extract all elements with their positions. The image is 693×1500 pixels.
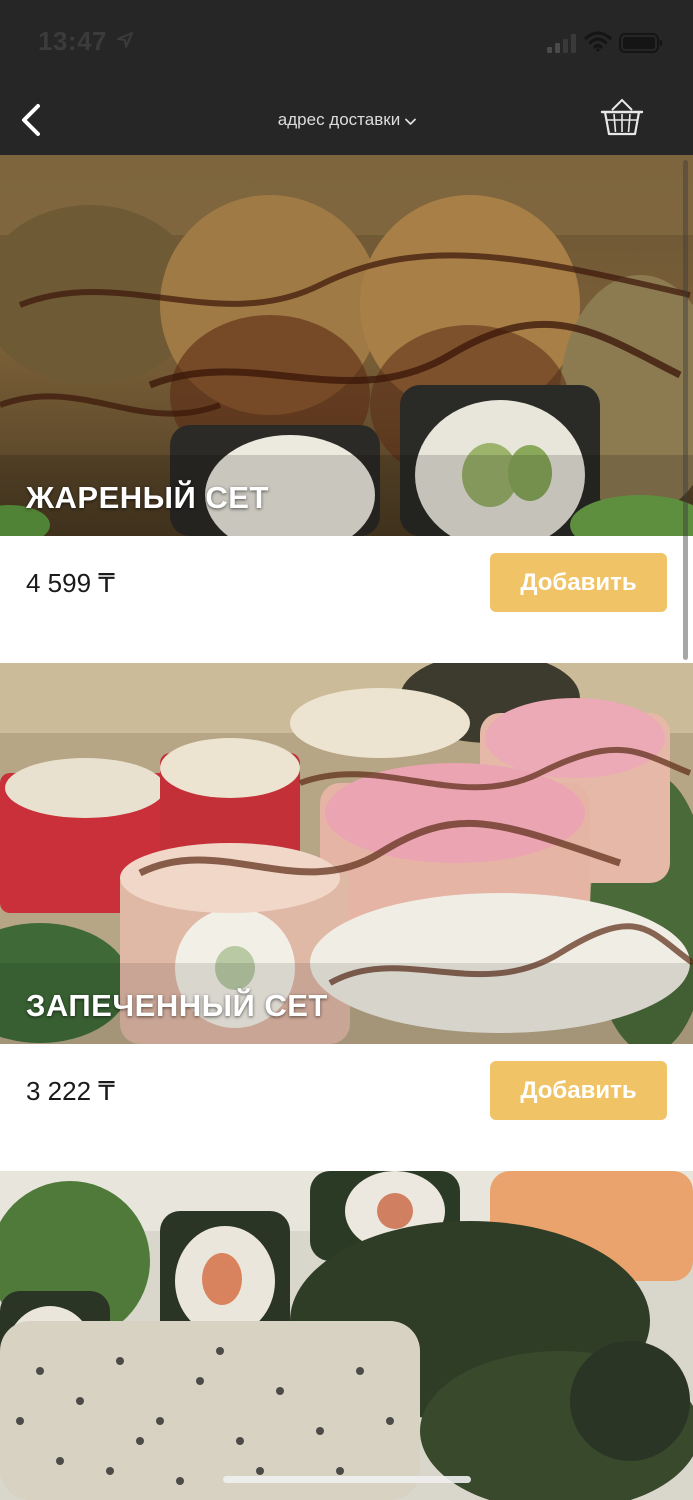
home-indicator[interactable] (223, 1476, 471, 1483)
wifi-icon (584, 31, 612, 52)
battery-icon (619, 33, 662, 53)
scrollbar[interactable] (683, 160, 688, 660)
product-image (0, 1171, 693, 1500)
product-price: 4 599 ₸ (26, 568, 115, 598)
product-image (0, 155, 693, 536)
chevron-down-icon (405, 118, 417, 125)
status-time: 13:47 (38, 26, 107, 56)
product-price: 3 222 ₸ (26, 1076, 115, 1106)
navigation-bar: адрес доставки (0, 86, 693, 155)
product-footer: 3 222 ₸ Добавить (0, 1044, 693, 1171)
back-button[interactable] (14, 98, 54, 142)
product-title: ЗАПЕЧЕННЫЙ СЕТ (26, 988, 328, 1023)
delivery-address-button[interactable]: адрес доставки (250, 106, 444, 134)
product-title: ЖАРЕНЫЙ СЕТ (26, 480, 269, 515)
add-to-cart-button[interactable]: Добавить (490, 1061, 667, 1120)
cart-button[interactable] (598, 96, 646, 140)
delivery-address-label: адрес доставки (277, 110, 401, 129)
basket-icon (600, 98, 644, 136)
status-bar: 13:47 (0, 0, 693, 86)
back-chevron-icon (22, 104, 40, 136)
product-footer: 4 599 ₸ Добавить (0, 536, 693, 663)
add-to-cart-button[interactable]: Добавить (490, 553, 667, 612)
signal-icon (547, 34, 576, 53)
product-image (0, 663, 693, 1044)
location-arrow-icon (117, 32, 133, 48)
